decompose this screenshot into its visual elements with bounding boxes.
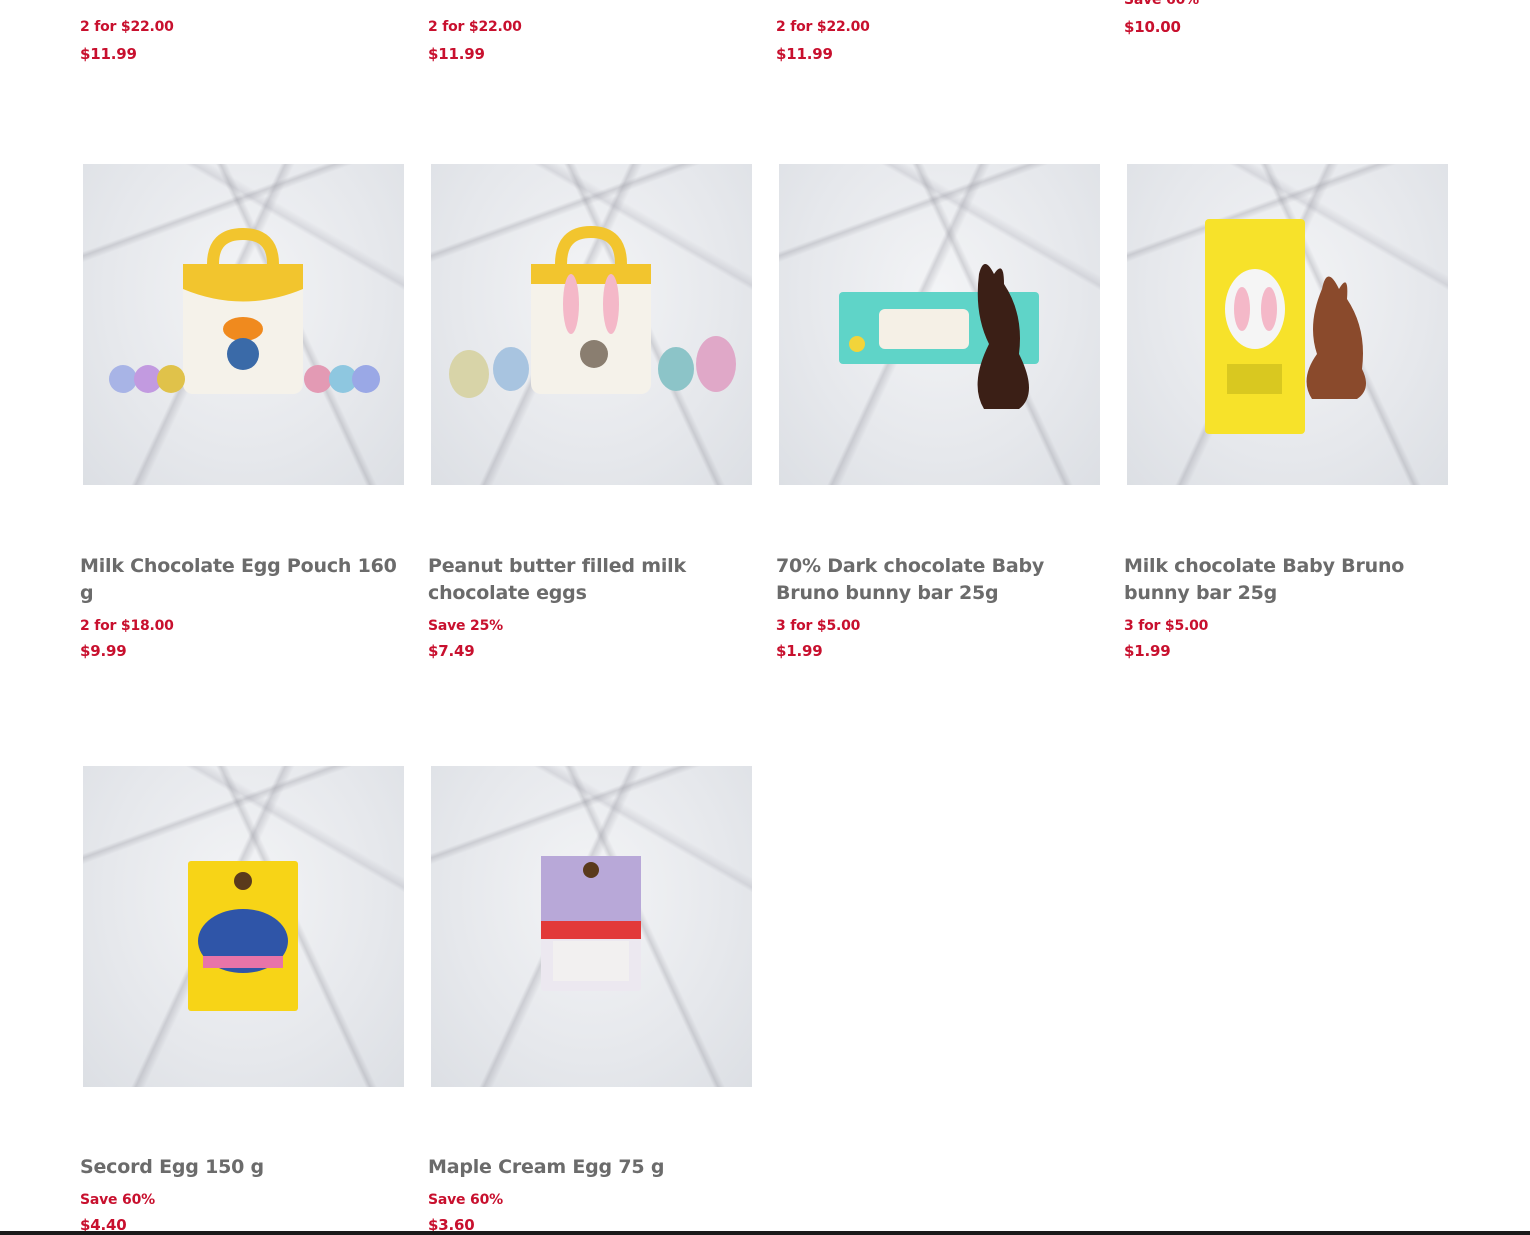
promo-label: Save 25% bbox=[428, 618, 503, 634]
bottom-bar bbox=[0, 1231, 1530, 1235]
product-title[interactable]: Secord Egg 150 g bbox=[80, 1154, 406, 1181]
promo-label: 3 for $5.00 bbox=[776, 618, 861, 634]
bunny-box-icon bbox=[449, 225, 736, 398]
promo-label: Save 60% bbox=[80, 1192, 155, 1208]
price: $1.99 bbox=[1124, 642, 1171, 660]
maple-egg-box-icon bbox=[541, 856, 641, 991]
secord-egg-box-icon bbox=[188, 861, 298, 1011]
dark-bunny-bar-icon bbox=[839, 264, 1039, 409]
product-image[interactable] bbox=[431, 164, 752, 485]
milk-bunny-bar-icon bbox=[1205, 219, 1366, 434]
product-title[interactable]: Maple Cream Egg 75 g bbox=[428, 1154, 754, 1181]
duck-box-icon bbox=[109, 227, 380, 394]
price: $11.99 bbox=[428, 45, 485, 63]
product-title[interactable]: Milk Chocolate Egg Pouch 160 g bbox=[80, 553, 406, 607]
promo-label: 3 for $5.00 bbox=[1124, 618, 1209, 634]
product-image[interactable] bbox=[83, 164, 404, 485]
product-image[interactable] bbox=[83, 766, 404, 1087]
product-image[interactable] bbox=[431, 766, 752, 1087]
product-title[interactable]: 70% Dark chocolate Baby Bruno bunny bar … bbox=[776, 553, 1102, 607]
promo-label: 2 for $22.00 bbox=[776, 19, 870, 35]
product-image[interactable] bbox=[779, 164, 1100, 485]
price: $11.99 bbox=[776, 45, 833, 63]
promo-label: Save 60% bbox=[1124, 0, 1199, 8]
price: $11.99 bbox=[80, 45, 137, 63]
promo-label: 2 for $22.00 bbox=[80, 19, 174, 35]
price: $9.99 bbox=[80, 642, 127, 660]
price: $7.49 bbox=[428, 642, 475, 660]
price: $10.00 bbox=[1124, 18, 1181, 36]
product-image[interactable] bbox=[1127, 164, 1448, 485]
price: $1.99 bbox=[776, 642, 823, 660]
product-title[interactable]: Peanut butter filled milk chocolate eggs bbox=[428, 553, 754, 607]
promo-label: 2 for $18.00 bbox=[80, 618, 174, 634]
promo-label: 2 for $22.00 bbox=[428, 19, 522, 35]
promo-label: Save 60% bbox=[428, 1192, 503, 1208]
product-title[interactable]: Milk chocolate Baby Bruno bunny bar 25g bbox=[1124, 553, 1450, 607]
